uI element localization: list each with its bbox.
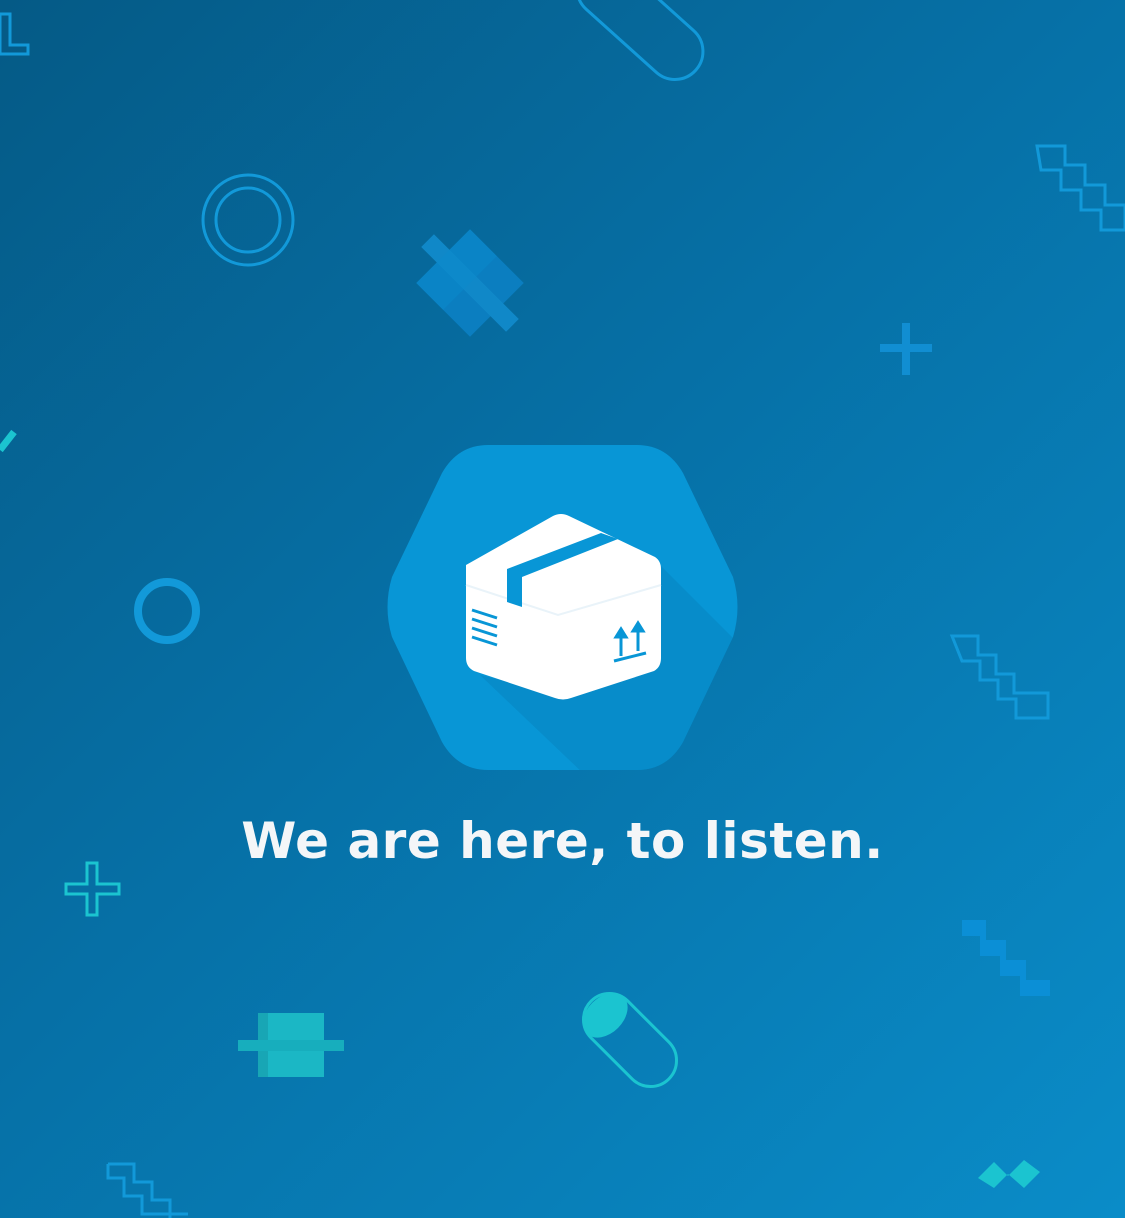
app-logo xyxy=(385,445,740,770)
plus-outline-icon xyxy=(64,861,121,917)
stairs-icon xyxy=(949,634,1050,720)
diamond-cross-icon xyxy=(416,229,524,337)
zigzag-icon xyxy=(0,12,30,56)
package-box-icon xyxy=(387,445,738,770)
solid-stairs-icon xyxy=(962,920,1050,996)
teal-slash-icon xyxy=(0,429,17,453)
tagline: We are here, to listen. xyxy=(241,812,884,870)
stairs-icon xyxy=(1035,144,1125,232)
plus-icon xyxy=(880,323,932,375)
cylinder-icon xyxy=(581,991,679,1089)
pill-outline-icon xyxy=(575,0,705,81)
double-ring-icon xyxy=(201,173,295,267)
stairs-icon xyxy=(106,1162,188,1218)
teal-zigzag-icon xyxy=(978,1160,1040,1188)
teal-block-icon xyxy=(238,1013,344,1077)
ring-icon xyxy=(134,578,200,644)
